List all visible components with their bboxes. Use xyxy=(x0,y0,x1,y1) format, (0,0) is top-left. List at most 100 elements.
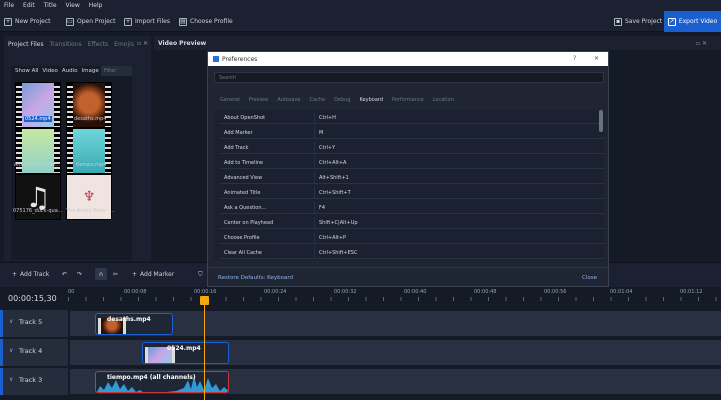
tab-debug[interactable]: Debug xyxy=(334,97,350,103)
file-filter-input[interactable] xyxy=(101,66,132,76)
menu-help[interactable]: Help xyxy=(89,2,103,9)
track-header[interactable]: ∨ Track 4 xyxy=(0,339,68,366)
panel-tabs: Project Files Transitions Effects Emojis xyxy=(8,41,134,48)
save-icon: ▪ xyxy=(614,17,622,26)
tab-general[interactable]: General xyxy=(220,97,240,103)
file-name-tiempo: tiempo.mp4 xyxy=(76,162,107,168)
timeline-clip[interactable]: desaths.mp4 xyxy=(95,313,173,335)
undo-button[interactable]: ↶ xyxy=(62,271,67,278)
save-project-button[interactable]: ▪ Save Project xyxy=(614,15,662,28)
track-row: ∨ Track 4 0524.mp4 xyxy=(0,339,721,366)
shortcut-row[interactable]: About OpenShot Ctrl+H xyxy=(220,112,604,124)
deer-icon: ♆ xyxy=(82,189,96,205)
openshot-logo-icon xyxy=(213,56,219,62)
tab-keyboard[interactable]: Keyboard xyxy=(360,97,384,103)
shortcut-row[interactable]: Clear All Cache Ctrl+Shift+ESC xyxy=(220,247,604,259)
snap-button[interactable]: ∩ xyxy=(95,268,107,280)
chevron-down-icon: ∨ xyxy=(9,347,14,354)
preferences-dialog: Preferences ? ✕ General Preview Autosave… xyxy=(207,51,609,287)
choose-profile-button[interactable]: ▤ Choose Profile xyxy=(179,15,233,28)
timeline-ruler[interactable]: 00 00:00:08 00:00:16 00:00:24 00:00:32 0… xyxy=(68,287,721,308)
shortcut-row[interactable]: Add to Timeline Ctrl+Alt+A xyxy=(220,157,604,169)
menu-view[interactable]: View xyxy=(66,2,80,9)
tab-location[interactable]: Location xyxy=(433,97,454,103)
shortcut-row[interactable]: Center on Playhead Shift+C|Alt+Up xyxy=(220,217,604,229)
redo-button[interactable]: ↷ xyxy=(77,271,82,278)
file-name-desaths: desaths.mp4 xyxy=(74,116,107,122)
file-name-aftermovie: Aftermovie Indie... xyxy=(14,162,60,168)
shortcut-row[interactable]: Advanced View Alt+Shift+1 xyxy=(220,172,604,184)
track-name: Track 3 xyxy=(19,376,43,384)
restore-defaults-button[interactable]: Restore Defaults: Keyboard xyxy=(218,275,293,281)
chevron-down-icon: ∨ xyxy=(9,376,14,383)
scissors-icon: ✂ xyxy=(113,271,119,278)
playhead-handle[interactable] xyxy=(200,296,209,305)
shortcut-row[interactable]: Ask a Question... F4 xyxy=(220,202,604,214)
folder-icon: ▭ xyxy=(66,17,74,26)
track-lane: desaths.mp4 xyxy=(70,311,721,336)
chevron-down-icon: ∨ xyxy=(9,318,14,325)
main-toolbar: + New Project ▭ Open Project + Import Fi… xyxy=(0,11,721,32)
video-preview-header xyxy=(154,36,721,50)
track-header[interactable]: ∨ Track 5 xyxy=(0,310,68,337)
export-video-button[interactable]: ↗ Export Video xyxy=(664,11,721,32)
shortcut-row[interactable]: Animated Title Ctrl+Shift+T xyxy=(220,187,604,199)
tab-autosave[interactable]: Autosave xyxy=(277,97,300,103)
filter-show-all[interactable]: Show All xyxy=(15,68,38,74)
plus-icon: + xyxy=(12,271,18,278)
timeline-clip[interactable]: tiempo.mp4 (all channels) xyxy=(95,371,229,393)
shortcut-scrollbar[interactable] xyxy=(599,110,603,132)
track-name: Track 4 xyxy=(19,347,43,355)
panel-float-icon[interactable]: ▫ ✕ xyxy=(137,40,148,47)
tab-emojis[interactable]: Emojis xyxy=(114,41,134,48)
tab-cache[interactable]: Cache xyxy=(310,97,326,103)
track-name: Track 5 xyxy=(19,318,43,326)
tab-project-files[interactable]: Project Files xyxy=(8,41,44,48)
open-project-button[interactable]: ▭ Open Project xyxy=(66,15,115,28)
menu-file[interactable]: File xyxy=(4,2,14,9)
tab-preview[interactable]: Preview xyxy=(249,97,268,103)
preview-float-icon[interactable]: ▫ ✕ xyxy=(696,40,707,47)
timeline-clip[interactable]: 0524.mp4 xyxy=(142,342,229,364)
new-project-button[interactable]: + New Project xyxy=(4,15,51,28)
redo-icon: ↷ xyxy=(77,271,83,278)
tab-transitions[interactable]: Transitions xyxy=(50,41,82,48)
shield-icon: ⛉ xyxy=(198,271,203,278)
marker-button[interactable]: ⛉ xyxy=(198,271,203,279)
track-lane: 0524.mp4 xyxy=(70,340,721,365)
filter-audio[interactable]: Audio xyxy=(62,68,78,74)
shortcut-row[interactable]: Add Track Ctrl+Y xyxy=(220,142,604,154)
close-button[interactable]: Close xyxy=(582,275,597,281)
filter-image[interactable]: Image xyxy=(81,68,98,74)
magnet-icon: ∩ xyxy=(98,270,104,278)
dialog-titlebar: Preferences ? ✕ xyxy=(208,52,608,66)
track-row: ∨ Track 5 desaths.mp4 xyxy=(0,310,721,337)
dialog-close-icon[interactable]: ✕ xyxy=(594,55,599,62)
menu-edit[interactable]: Edit xyxy=(23,2,35,9)
playhead-line xyxy=(204,297,205,400)
help-button[interactable]: ? xyxy=(573,55,576,62)
shortcut-list: About OpenShot Ctrl+H Add Marker M Add Tra… xyxy=(214,110,604,260)
tab-effects[interactable]: Effects xyxy=(88,41,108,48)
tab-performance[interactable]: Performance xyxy=(392,97,424,103)
video-preview-title: Video Preview xyxy=(158,40,207,47)
dialog-footer: Restore Defaults: Keyboard Close xyxy=(208,267,608,287)
shortcut-row[interactable]: Add Marker M xyxy=(220,127,604,139)
menu-title[interactable]: Title xyxy=(44,2,57,9)
add-track-button[interactable]: + Add Track xyxy=(12,271,49,278)
import-files-button[interactable]: + Import Files xyxy=(124,15,170,28)
preferences-search-input[interactable] xyxy=(214,72,604,83)
import-icon: + xyxy=(124,17,132,26)
razor-button[interactable]: ✂ xyxy=(113,271,118,278)
export-icon: ↗ xyxy=(667,17,676,26)
add-marker-button[interactable]: + Add Marker xyxy=(132,271,174,278)
undo-icon: ↶ xyxy=(62,271,68,278)
file-name-angry-river: The Angry River -... xyxy=(66,208,115,214)
track-header[interactable]: ∨ Track 3 xyxy=(0,368,68,395)
menu-bar: File Edit Title View Help xyxy=(0,0,721,11)
shortcut-row[interactable]: Choose Profile Ctrl+Alt+P xyxy=(220,232,604,244)
filter-video[interactable]: Video xyxy=(42,68,57,74)
profile-icon: ▤ xyxy=(179,17,187,26)
file-name-duck: 075176_duck-qua... xyxy=(13,208,63,214)
track-row: ∨ Track 3 tiempo.mp4 (all channels) xyxy=(0,368,721,395)
